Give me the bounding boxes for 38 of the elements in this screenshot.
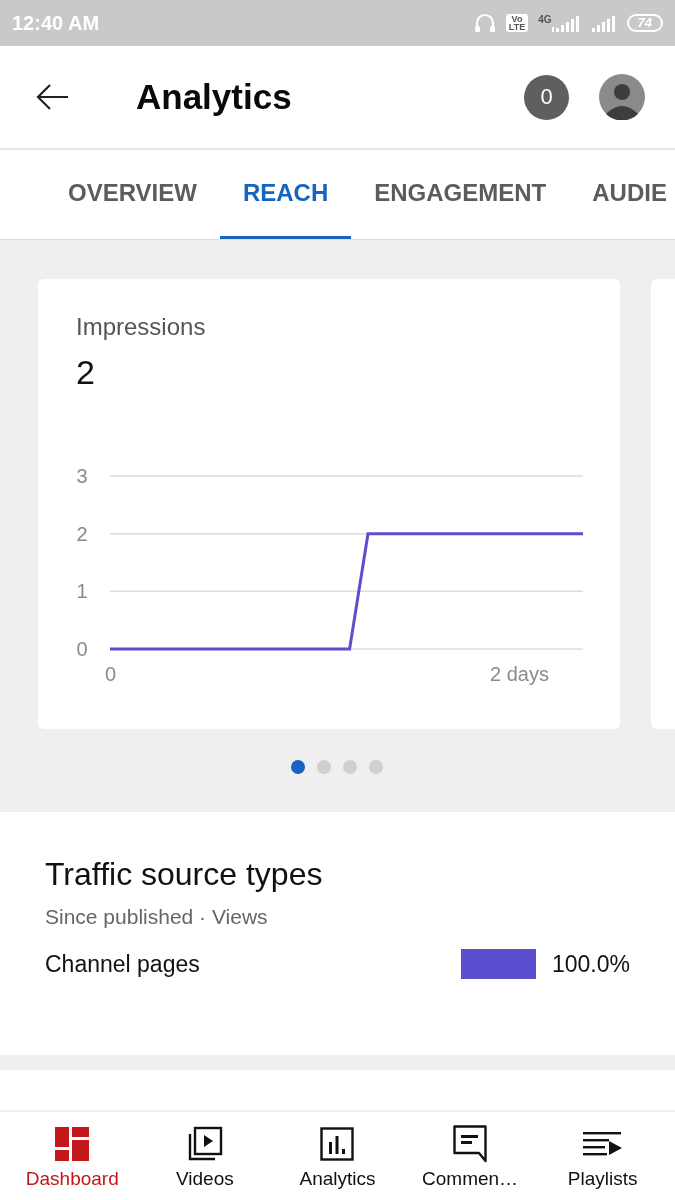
section-subtitle: Since published · Views — [45, 905, 269, 929]
network-label: 4G — [538, 14, 552, 25]
notification-badge[interactable]: 0 — [524, 74, 569, 120]
playlist-icon — [582, 1132, 623, 1156]
nav-item[interactable]: Playlists — [538, 1112, 667, 1200]
section-title: Traffic source types — [45, 856, 324, 893]
back-icon[interactable] — [36, 83, 70, 111]
bar-chart-icon — [320, 1127, 355, 1161]
axis-label: 3 — [76, 465, 88, 487]
page-dot[interactable] — [343, 760, 357, 774]
percentage-value: 100.0% — [552, 950, 630, 978]
signal-icon — [551, 14, 582, 32]
tab[interactable]: OVERVIEW — [45, 150, 220, 239]
axis-label: 0 — [76, 638, 88, 660]
tab[interactable]: AUDIE — [569, 150, 667, 239]
metric-value: 2 — [75, 352, 96, 391]
source-label: Channel pages — [45, 950, 201, 978]
dashboard-icon — [55, 1127, 90, 1161]
page-dot[interactable] — [369, 760, 383, 774]
headset-icon — [473, 12, 496, 34]
page-dot[interactable] — [291, 760, 305, 774]
nav-item[interactable]: Videos — [140, 1112, 269, 1200]
axis-label: 0 — [105, 663, 117, 685]
metric-title: Impressions — [75, 312, 207, 341]
nav-item[interactable]: Dashboard — [8, 1112, 137, 1200]
axis-label: 2 days — [490, 663, 549, 685]
axis-label: 1 — [76, 580, 88, 603]
nav-item[interactable]: Commen… — [406, 1112, 535, 1200]
page-dot[interactable] — [317, 760, 331, 774]
tab[interactable]: ENGAGEMENT — [351, 150, 570, 239]
axis-label: 2 — [76, 522, 88, 545]
avatar[interactable] — [599, 74, 645, 120]
comment-icon — [453, 1125, 488, 1163]
video-library-icon — [186, 1126, 223, 1162]
volte-badge: Vo LTE — [505, 14, 529, 32]
page-title: Analytics — [136, 77, 293, 117]
nav-item[interactable]: Analytics — [273, 1112, 402, 1200]
signal-icon — [591, 14, 617, 32]
